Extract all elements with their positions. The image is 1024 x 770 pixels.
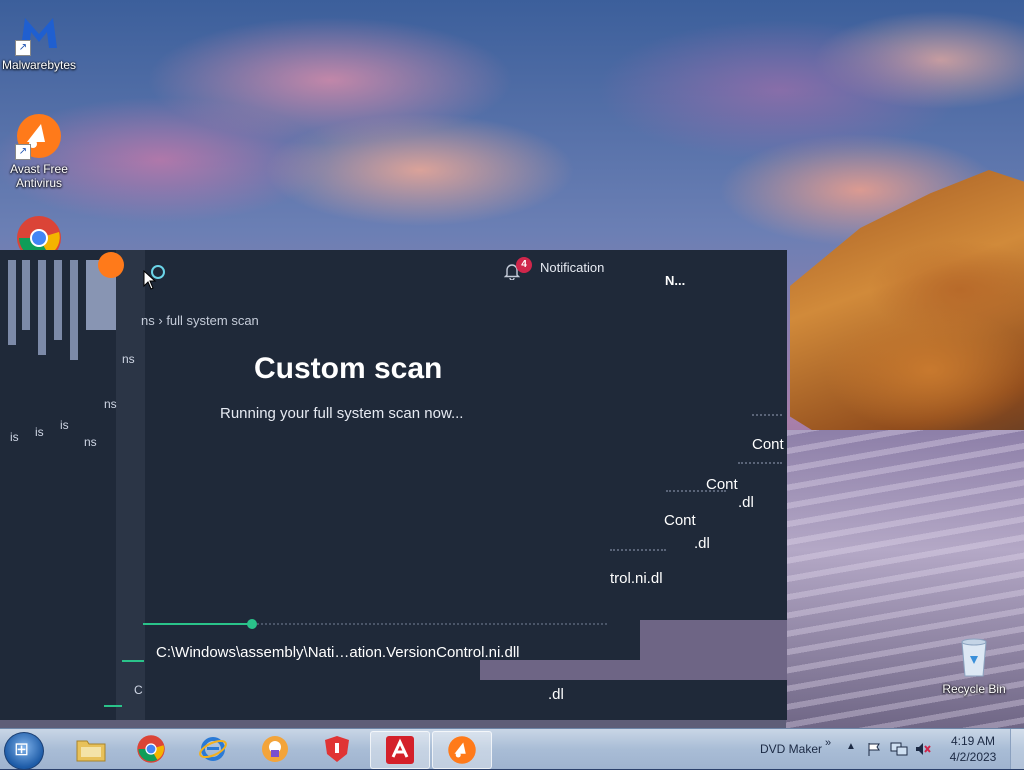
taskbar-avast-browser[interactable]	[246, 731, 304, 767]
glitch-fragment: is	[10, 430, 19, 444]
desktop-icon-label: Recycle Bin	[942, 682, 1006, 696]
glitch-dots	[610, 549, 666, 551]
desktop-icon-avast[interactable]: ↗ Avast Free Antivirus	[1, 112, 77, 190]
desktop-icon-malwarebytes[interactable]: ↗ Malwarebytes	[1, 8, 77, 72]
shield-icon	[325, 736, 349, 762]
tray-overflow-icon[interactable]: ▲	[846, 741, 856, 752]
recycle-bin-icon	[950, 632, 998, 680]
avast-window[interactable]: ns ns ns is is is C 4 Notification N... …	[0, 250, 787, 720]
current-scanned-file: C:\Windows\assembly\Nati…ation.VersionCo…	[156, 644, 520, 661]
page-title: Custom scan	[254, 352, 443, 385]
action-center-flag-icon[interactable]	[866, 741, 882, 757]
glitch-fragment: ns	[104, 397, 117, 411]
glitch-fragment: is	[60, 418, 69, 432]
notification-label: Notification	[540, 260, 605, 275]
ghost-tile	[38, 260, 46, 355]
clock-date: 4/2/2023	[949, 750, 997, 764]
glitch-fragment: .dl	[548, 686, 564, 703]
mouse-cursor-icon	[143, 270, 157, 290]
avast-icon	[98, 252, 124, 278]
system-clock[interactable]: 4:19 AM 4/2/2023	[946, 733, 1000, 765]
glitch-fragment: trol.ni.dl	[610, 570, 663, 587]
malwarebytes-icon: ↗	[15, 8, 63, 56]
notification-badge: 4	[516, 257, 532, 273]
scan-progress-handle	[247, 619, 257, 629]
taskbar-avira[interactable]	[370, 731, 430, 769]
taskbar: ⊞ DVD Maker » ▲ 4:19 AM 4/2/2023	[0, 728, 1024, 770]
desktop-icon-recycle-bin[interactable]: Recycle Bin	[936, 632, 1012, 696]
glitch-progress	[104, 705, 122, 707]
breadcrumb-current: full system scan	[166, 313, 259, 328]
taskbar-avast-antivirus[interactable]	[432, 731, 492, 769]
windows-logo-icon: ⊞	[14, 739, 30, 759]
glitch-fragment: .dl	[694, 535, 710, 552]
glitch-progress	[122, 660, 144, 662]
glitch-fragment: .dl	[738, 494, 754, 511]
wallpaper-rock	[790, 170, 1024, 460]
toolbar-label[interactable]: DVD Maker	[760, 742, 822, 756]
start-button[interactable]: ⊞	[4, 732, 44, 770]
glitch-fragment: C	[134, 683, 143, 697]
glitch-dots	[752, 414, 782, 416]
glitch-fragment: Cont	[752, 436, 784, 453]
chrome-icon	[137, 735, 165, 763]
glitch-fragment: is	[35, 425, 44, 439]
scan-progress-fill	[143, 623, 251, 625]
folder-icon	[76, 740, 106, 762]
avast-browser-icon	[262, 736, 288, 762]
ghost-tile	[22, 260, 30, 330]
glitch-dots	[666, 490, 726, 492]
ghost-tile	[70, 260, 78, 360]
avast-icon	[448, 736, 476, 764]
glitch-dots	[738, 462, 782, 464]
glitch-fragment: Cont	[664, 512, 696, 529]
network-icon[interactable]	[890, 741, 908, 757]
notification-button[interactable]: Notification	[540, 260, 604, 275]
taskbar-internet-explorer[interactable]	[184, 731, 242, 767]
toolbar-expand-icon[interactable]: »	[825, 737, 831, 749]
avast-icon: ↗	[15, 112, 63, 160]
glitch-strip	[480, 660, 787, 680]
glitch-fragment: ns	[122, 352, 135, 366]
taskbar-chrome[interactable]	[122, 731, 180, 767]
ghost-tile	[54, 260, 62, 340]
clock-time: 4:19 AM	[950, 734, 996, 748]
desktop-icon-label: Malwarebytes	[1, 58, 77, 72]
show-desktop-button[interactable]	[1010, 729, 1024, 769]
glitch-strip	[640, 620, 787, 660]
glitch-artifacts: ns ns ns is is is C	[0, 250, 145, 720]
glitch-fragment: ns	[84, 435, 97, 449]
internet-explorer-icon	[199, 737, 227, 761]
breadcrumb: ns › full system scan	[141, 313, 259, 328]
taskbar-avast-shield[interactable]	[308, 731, 366, 767]
breadcrumb-parent[interactable]: ns	[141, 313, 155, 328]
ghost-tile	[8, 260, 16, 345]
taskbar-explorer[interactable]	[62, 731, 120, 767]
glitch-fragment: N...	[665, 273, 686, 288]
scan-progress-track	[257, 623, 607, 625]
desktop-icon-label: Avast Free Antivirus	[10, 162, 68, 190]
volume-muted-icon[interactable]	[914, 741, 932, 757]
scan-status-text: Running your full system scan now...	[220, 405, 464, 422]
avira-icon	[386, 736, 414, 764]
